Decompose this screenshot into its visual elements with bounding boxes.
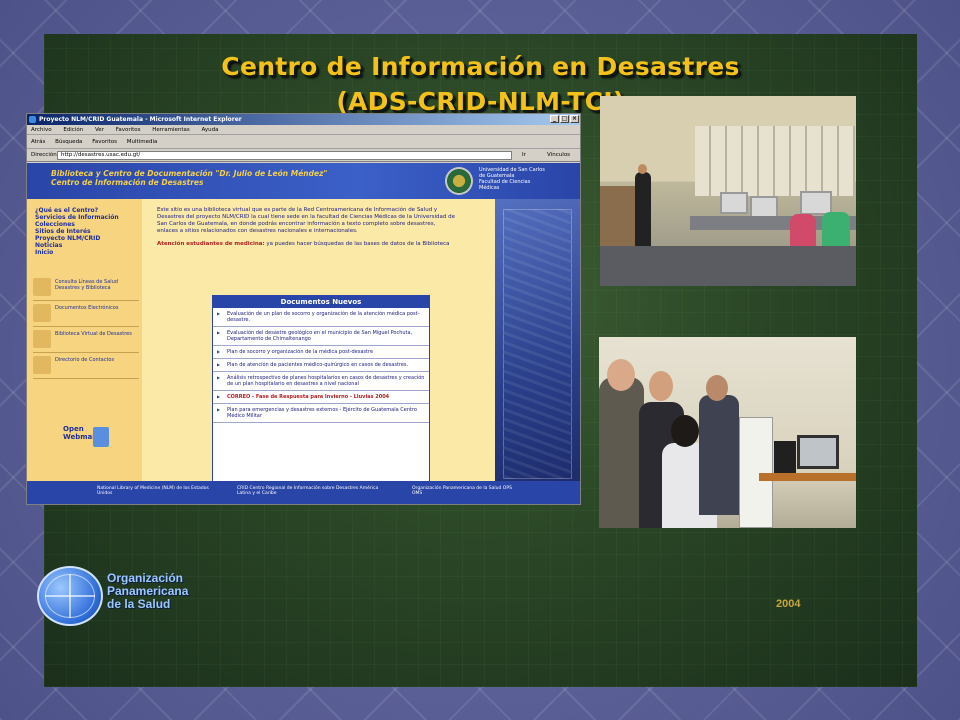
- document-item: Plan de socorro y organización de la méd…: [213, 346, 429, 359]
- new-documents-box: Documentos Nuevos Evaluación de un plan …: [212, 295, 430, 495]
- thumbnail-icon: [33, 304, 51, 322]
- slide-title: Centro de Información en Desastres: [221, 52, 740, 81]
- site-header: Biblioteca y Centro de Documentación "Dr…: [27, 163, 580, 199]
- site-nav: ¿Qué es el Centro? Servicios de Informac…: [27, 199, 142, 256]
- webmail-logo: Open Webmail: [63, 425, 109, 453]
- back-button: Atrás: [31, 139, 46, 145]
- document-item: Evaluación del desastre geológico en el …: [213, 327, 429, 346]
- site-header-line2: Centro de Información de Desastres: [51, 178, 204, 187]
- site-footer: National Library of Medicine (NLM) de lo…: [27, 481, 580, 504]
- paho-name: Organización Panamericana de la Salud: [107, 571, 189, 611]
- document-item: Plan de atención de pacientes médico-qui…: [213, 359, 429, 372]
- side-links: Consulta Líneas de Salud Desastres y Bib…: [33, 275, 139, 379]
- website-screenshot: Proyecto NLM/CRID Guatemala - Microsoft …: [26, 113, 581, 505]
- thumbnail-icon: [33, 330, 51, 348]
- browser-toolbar: Atrás Búsqueda Favoritos Multimedia: [27, 135, 580, 149]
- browser-menu-bar: Archivo Edición Ver Favoritos Herramient…: [27, 125, 580, 135]
- go-button: Ir: [522, 152, 526, 158]
- nav-item: Noticias: [35, 242, 63, 249]
- nav-item: Proyecto NLM/CRID: [35, 235, 101, 242]
- menu-item: Ayuda: [201, 127, 219, 133]
- document-item: Evaluación de un plan de socorro y organ…: [213, 308, 429, 327]
- nav-item: Inicio: [35, 249, 54, 256]
- browser-window-title: Proyecto NLM/CRID Guatemala - Microsoft …: [39, 116, 242, 123]
- site-header-line1: Biblioteca y Centro de Documentación "Dr…: [51, 169, 328, 178]
- document-item: Análisis retrospectivo de planes hospita…: [213, 372, 429, 391]
- address-label: Dirección: [31, 152, 57, 158]
- document-item: CORREO - Fase de Respuesta para Invierno…: [213, 391, 429, 404]
- group-photo: [599, 337, 856, 528]
- new-documents-title: Documentos Nuevos: [213, 296, 429, 308]
- nav-item: Servicios de Información: [35, 214, 119, 221]
- nav-item: Colecciones: [35, 221, 75, 228]
- website-content: Biblioteca y Centro de Documentación "Dr…: [27, 163, 580, 504]
- menu-item: Favoritos: [115, 127, 141, 133]
- address-field: http://desastres.usac.edu.gt/: [57, 151, 512, 160]
- side-link: Directorio de Contactos: [33, 353, 139, 379]
- thumbnail-icon: [33, 356, 51, 374]
- year-label: 2004: [776, 598, 801, 610]
- close-icon: ×: [570, 115, 579, 123]
- ie-icon: [29, 116, 36, 123]
- paho-globe-logo: [37, 566, 103, 626]
- document-item: Plan para emergencias y desastres extern…: [213, 404, 429, 423]
- usac-seal-icon: [445, 167, 473, 195]
- ops-logo: Organización Panamericana de la Salud OP…: [412, 486, 512, 496]
- menu-item: Edición: [63, 127, 84, 133]
- nav-item: ¿Qué es el Centro?: [35, 207, 99, 214]
- side-link: Consulta Líneas de Salud Desastres y Bib…: [33, 275, 139, 301]
- menu-item: Herramientas: [152, 127, 190, 133]
- minimize-icon: _: [550, 115, 559, 123]
- crid-logo: CRID Centro Regional de Información sobr…: [237, 486, 379, 496]
- search-button: Búsqueda: [55, 139, 83, 145]
- attention-note: Atención estudiantes de medicina: ya pue…: [157, 241, 450, 247]
- intro-text: Este sitio es una biblioteca virtual que…: [157, 207, 456, 234]
- usac-label: Universidad de San Carlos de Guatemala F…: [479, 167, 545, 191]
- site-sidebar: ¿Qué es el Centro? Servicios de Informac…: [27, 199, 142, 504]
- address-bar: Dirección http://desastres.usac.edu.gt/ …: [27, 149, 580, 162]
- links-label: Vínculos: [547, 152, 571, 158]
- computer-lab-photo: [600, 96, 856, 286]
- browser-title-bar: Proyecto NLM/CRID Guatemala - Microsoft …: [27, 114, 580, 125]
- thumbnail-icon: [33, 278, 51, 296]
- side-link: Documentos Electrónicos: [33, 301, 139, 327]
- side-link: Biblioteca Virtual de Desastres: [33, 327, 139, 353]
- site-intro: Este sitio es una biblioteca virtual que…: [157, 207, 457, 248]
- favorites-button: Favoritos: [92, 139, 118, 145]
- mail-icon: [93, 427, 109, 447]
- decorative-photo-collage: [495, 199, 580, 489]
- nlm-logo: National Library of Medicine (NLM) de lo…: [97, 486, 209, 496]
- media-button: Multimedia: [126, 139, 158, 145]
- maximize-icon: □: [560, 115, 569, 123]
- menu-item: Ver: [94, 127, 104, 133]
- menu-item: Archivo: [31, 127, 52, 133]
- nav-item: Sitios de Interés: [35, 228, 91, 235]
